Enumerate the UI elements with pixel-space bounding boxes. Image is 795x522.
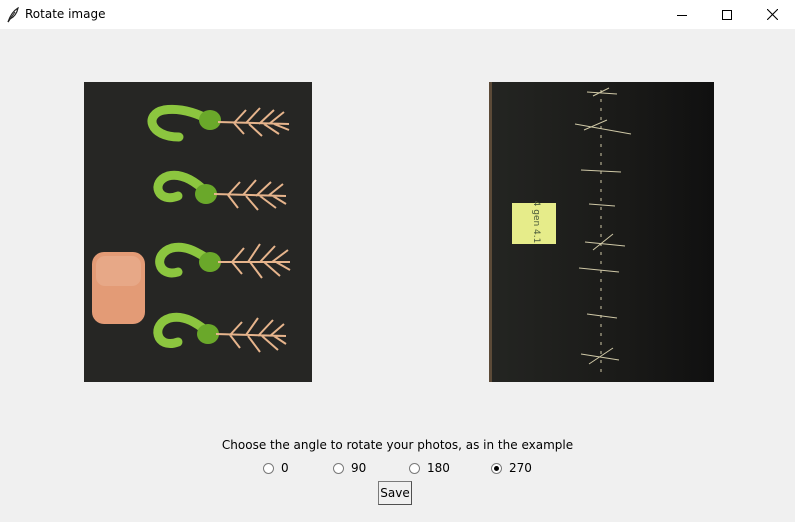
feather-icon	[6, 6, 20, 23]
minimize-icon	[677, 14, 687, 16]
title-bar: Rotate image	[0, 0, 795, 29]
radio-0[interactable]	[263, 462, 274, 474]
maximize-icon	[722, 9, 732, 20]
instruction-caption: Choose the angle to rotate your photos, …	[221, 438, 574, 452]
radio-180[interactable]	[409, 462, 420, 474]
maximize-button[interactable]	[704, 0, 750, 29]
photo-image: 4 gen 4.1	[489, 82, 714, 382]
radio-90[interactable]	[333, 462, 344, 474]
rotation-option-0[interactable]: 0	[263, 460, 289, 476]
close-icon	[766, 9, 778, 20]
rotation-option-270[interactable]: 270	[491, 460, 532, 476]
rotation-label-180: 180	[427, 460, 450, 475]
rotation-label-90: 90	[351, 460, 367, 475]
sprouting-seeds-illustration	[92, 104, 291, 353]
radio-270[interactable]	[491, 462, 502, 474]
rotation-label-270: 270	[509, 460, 532, 475]
window-title: Rotate image	[25, 7, 106, 21]
close-button[interactable]	[749, 0, 795, 29]
rotation-label-0: 0	[281, 460, 289, 475]
seedlings-photo: 4 gen 4.1	[489, 82, 714, 382]
minimize-button[interactable]	[659, 0, 705, 29]
save-button[interactable]: Save	[378, 481, 412, 505]
example-image	[84, 82, 312, 382]
sticky-note-text: 4 gen 4.1	[531, 201, 541, 244]
rotation-option-180[interactable]: 180	[409, 460, 450, 476]
rotation-option-90[interactable]: 90	[333, 460, 366, 476]
